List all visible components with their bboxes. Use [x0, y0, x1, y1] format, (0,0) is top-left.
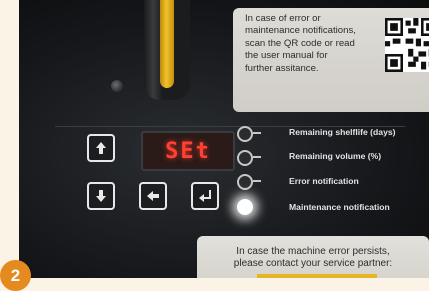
- down-button[interactable]: [87, 182, 115, 210]
- enter-button[interactable]: [191, 182, 219, 210]
- down-arrow-icon: [96, 190, 106, 202]
- indicator-label: Maintenance notification: [289, 202, 390, 212]
- indicator-label: Remaining volume (%): [289, 151, 382, 161]
- back-button[interactable]: [139, 182, 167, 210]
- indicator-label: Error notification: [289, 176, 359, 186]
- display-text: SEt: [165, 138, 211, 164]
- device-photo: In case of error or maintenance notifica…: [19, 0, 429, 278]
- service-label: In case the machine error persists, plea…: [197, 236, 429, 278]
- led-connector: [253, 156, 261, 158]
- yellow-cartridge: [160, 0, 174, 88]
- service-label-text: In case the machine error persists, plea…: [233, 246, 393, 269]
- up-arrow-icon: [96, 142, 106, 154]
- indicator-label: Remaining shelflife (days): [289, 127, 396, 137]
- seven-segment-display: SEt: [141, 131, 235, 171]
- screw: [111, 80, 123, 92]
- led-connector: [253, 180, 261, 182]
- led-remaining-shelflife: [237, 126, 253, 142]
- led-connector: [253, 132, 261, 134]
- led-error-notification: [237, 174, 253, 190]
- enter-icon: [199, 190, 211, 202]
- led-remaining-volume: [237, 150, 253, 166]
- up-button[interactable]: [87, 134, 115, 162]
- notice-label: In case of error or maintenance notifica…: [233, 8, 429, 112]
- notice-text: In case of error or maintenance notifica…: [245, 13, 356, 74]
- left-arrow-icon: [147, 191, 159, 201]
- qr-code-icon: [385, 18, 429, 72]
- service-label-strip: [257, 274, 377, 278]
- step-badge: 2: [0, 260, 31, 291]
- led-maintenance-notification: [237, 199, 253, 215]
